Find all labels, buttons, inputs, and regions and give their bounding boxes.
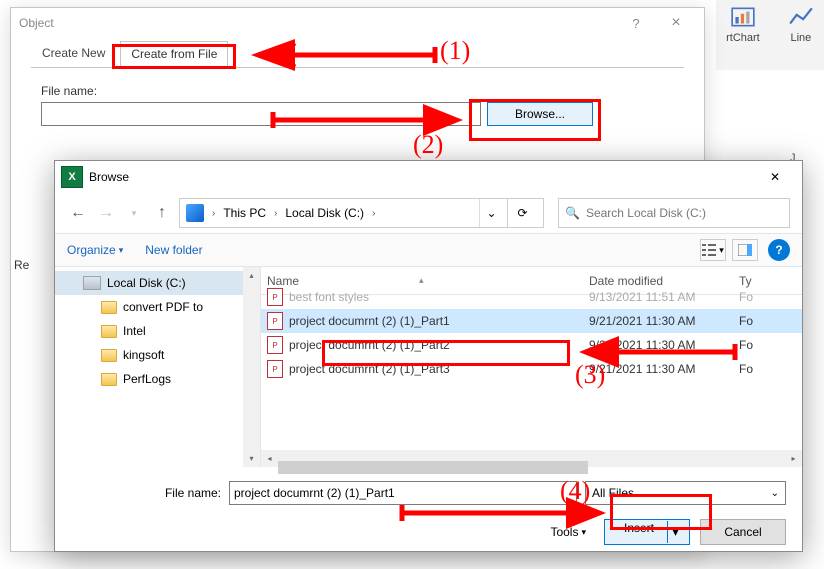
tree-item[interactable]: kingsoft — [55, 343, 260, 367]
chevron-right-icon[interactable]: › — [270, 208, 281, 219]
drive-icon — [83, 276, 101, 290]
tree-item[interactable]: Local Disk (C:) — [55, 271, 260, 295]
tree-scrollbar[interactable]: ▴▾ — [243, 267, 260, 467]
tree-item[interactable]: PerfLogs — [55, 367, 260, 391]
file-date: 9/13/2021 11:51 AM — [589, 290, 739, 304]
tools-menu[interactable]: Tools▾ — [550, 525, 586, 539]
file-name: project documrnt (2) (1)_Part1 — [289, 314, 450, 328]
up-button[interactable]: ↑ — [151, 202, 173, 224]
file-name: project documrnt (2) (1)_Part3 — [289, 362, 450, 376]
file-list: Name▴ Date modified Ty Pbest font styles… — [261, 267, 802, 467]
browse-dialog: X Browse ✕ ← → ▾ ↑ › This PC › Local Dis… — [54, 160, 803, 552]
ribbon-label: Line — [791, 32, 812, 44]
file-type-filter[interactable]: All Files⌄ — [585, 481, 786, 505]
close-button[interactable]: ✕ — [754, 163, 796, 191]
file-name: best font styles — [289, 290, 369, 304]
chevron-down-icon: ▾ — [719, 245, 724, 256]
file-type: Fo — [739, 314, 769, 328]
search-input[interactable]: 🔍 Search Local Disk (C:) — [558, 198, 790, 228]
browse-button[interactable]: Browse... — [487, 102, 593, 126]
new-folder-button[interactable]: New folder — [145, 243, 202, 257]
file-row[interactable]: Pproject documrnt (2) (1)_Part2 9/21/2021… — [261, 333, 802, 357]
pdf-file-icon: P — [267, 336, 283, 354]
breadcrumb-drive[interactable]: Local Disk (C:) — [285, 206, 364, 220]
folder-icon — [101, 373, 117, 386]
close-button[interactable]: × — [656, 14, 696, 32]
tree-item-label: Intel — [123, 324, 146, 338]
object-dialog-title: Object — [19, 16, 54, 30]
tree-item-label: kingsoft — [123, 348, 164, 362]
back-button[interactable]: ← — [67, 202, 89, 224]
ribbon-fragment: rtChart Line — [716, 0, 824, 70]
chevron-down-icon: ▾ — [119, 245, 124, 256]
file-type: Fo — [739, 362, 769, 376]
folder-tree: Local Disk (C:) convert PDF to Intel kingso… — [55, 267, 261, 467]
result-label-truncated: Re — [14, 258, 29, 272]
chevron-down-icon[interactable]: ▾ — [667, 521, 683, 543]
filename-input[interactable] — [41, 102, 481, 126]
tab-create-from-file[interactable]: Create from File — [120, 41, 228, 66]
file-name: project documrnt (2) (1)_Part2 — [289, 338, 450, 352]
horizontal-scrollbar[interactable]: ◂▸ — [261, 450, 802, 467]
excel-icon: X — [61, 166, 83, 188]
filename-label: File name: — [71, 486, 221, 500]
ribbon-label: rtChart — [726, 32, 760, 44]
pdf-file-icon: P — [267, 288, 283, 306]
preview-pane-toggle[interactable] — [732, 239, 758, 261]
search-icon: 🔍 — [565, 206, 580, 220]
line-chart-icon — [788, 4, 814, 30]
chevron-right-icon[interactable]: › — [208, 208, 219, 219]
breadcrumb-thispc[interactable]: This PC — [223, 206, 266, 220]
preview-icon — [738, 244, 752, 256]
file-date: 9/21/2021 11:30 AM — [589, 314, 739, 328]
help-button[interactable]: ? — [616, 16, 656, 31]
chevron-down-icon: ▾ — [581, 527, 586, 538]
tree-item[interactable]: convert PDF to — [55, 295, 260, 319]
list-view-icon — [702, 244, 716, 256]
file-row[interactable]: Pproject documrnt (2) (1)_Part1 9/21/2021… — [261, 309, 802, 333]
insert-button[interactable]: Insert▾ — [604, 519, 690, 545]
ribbon-pivotchart[interactable]: rtChart — [726, 4, 760, 44]
file-date: 9/21/2021 11:30 AM — [589, 362, 739, 376]
refresh-button[interactable]: ⟳ — [507, 198, 537, 228]
tree-item-label: Local Disk (C:) — [107, 276, 186, 290]
filename-label: File name: — [11, 82, 704, 102]
tree-item-label: PerfLogs — [123, 372, 171, 386]
help-button[interactable]: ? — [768, 239, 790, 261]
pdf-file-icon: P — [267, 360, 283, 378]
folder-icon — [101, 325, 117, 338]
address-bar[interactable]: › This PC › Local Disk (C:) › ⌄ ⟳ — [179, 198, 544, 228]
forward-button[interactable]: → — [95, 202, 117, 224]
history-dropdown-icon[interactable]: ▾ — [123, 202, 145, 224]
drive-icon — [186, 204, 204, 222]
tree-item-label: convert PDF to — [123, 300, 203, 314]
file-date: 9/21/2021 11:30 AM — [589, 338, 739, 352]
address-dropdown-icon[interactable]: ⌄ — [479, 199, 503, 227]
ribbon-line[interactable]: Line — [788, 4, 814, 44]
search-placeholder: Search Local Disk (C:) — [586, 206, 706, 220]
filename-input[interactable] — [229, 481, 577, 505]
tree-item[interactable]: Intel — [55, 319, 260, 343]
pdf-file-icon: P — [267, 312, 283, 330]
chevron-down-icon: ⌄ — [771, 488, 779, 499]
file-row[interactable]: Pproject documrnt (2) (1)_Part3 9/21/2021… — [261, 357, 802, 381]
cancel-button[interactable]: Cancel — [700, 519, 786, 545]
pivotchart-icon — [730, 4, 756, 30]
file-type: Fo — [739, 290, 769, 304]
chevron-right-icon[interactable]: › — [368, 208, 379, 219]
view-options[interactable]: ▾ — [700, 239, 726, 261]
folder-icon — [101, 301, 117, 314]
tab-create-new[interactable]: Create New — [31, 40, 116, 66]
browse-title: Browse — [89, 170, 129, 184]
folder-icon — [101, 349, 117, 362]
file-type: Fo — [739, 338, 769, 352]
file-row[interactable]: Pbest font styles 9/13/2021 11:51 AMFo — [261, 285, 802, 309]
organize-menu[interactable]: Organize▾ — [67, 243, 123, 257]
